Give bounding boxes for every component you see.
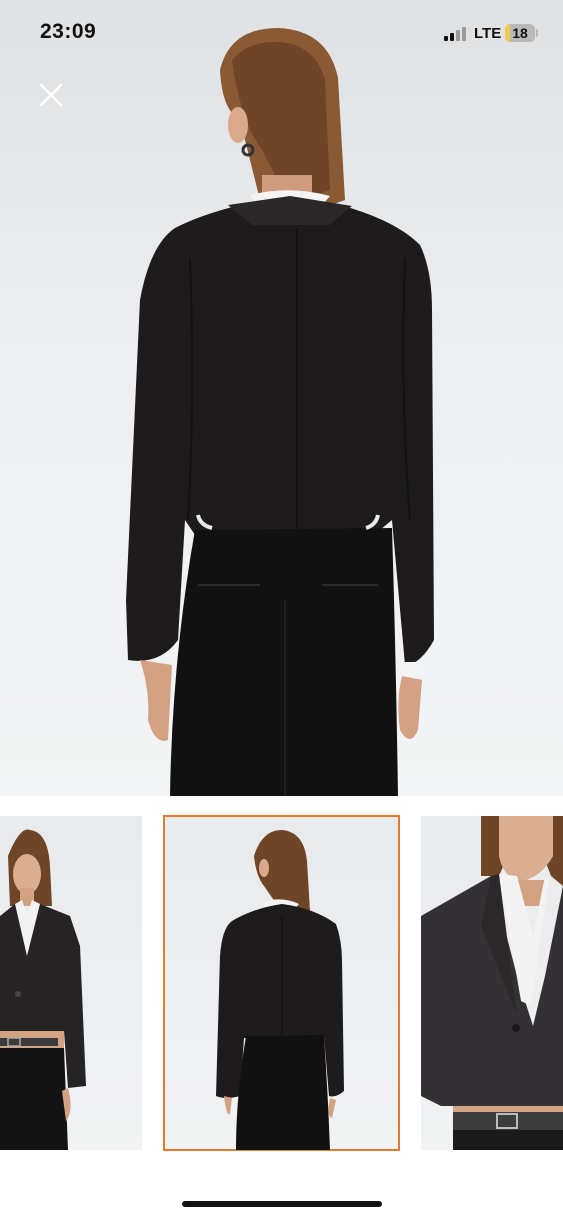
thumbnail-front-view[interactable] <box>0 816 142 1150</box>
thumbnail-image <box>0 829 86 1150</box>
thumbnail-image <box>421 816 563 1150</box>
thumbnail-detail-view[interactable] <box>421 816 563 1150</box>
thumbnail-strip[interactable] <box>0 815 563 1152</box>
battery-icon: 18 <box>505 24 535 42</box>
network-type: LTE <box>474 25 502 42</box>
main-photo-back-view <box>126 28 434 796</box>
battery-tip <box>536 29 538 37</box>
battery-level: 18 <box>512 25 528 41</box>
status-bar: 23:09 LTE 18 <box>0 0 563 66</box>
thumbnail-image <box>216 830 344 1150</box>
close-button[interactable] <box>36 80 66 110</box>
home-indicator[interactable] <box>182 1201 382 1207</box>
close-icon <box>39 83 63 107</box>
thumbnail-back-view[interactable] <box>163 815 400 1151</box>
main-product-image[interactable]: 23:09 LTE 18 <box>0 0 563 796</box>
cellular-signal-icon <box>444 27 472 41</box>
status-time: 23:09 <box>40 20 97 43</box>
